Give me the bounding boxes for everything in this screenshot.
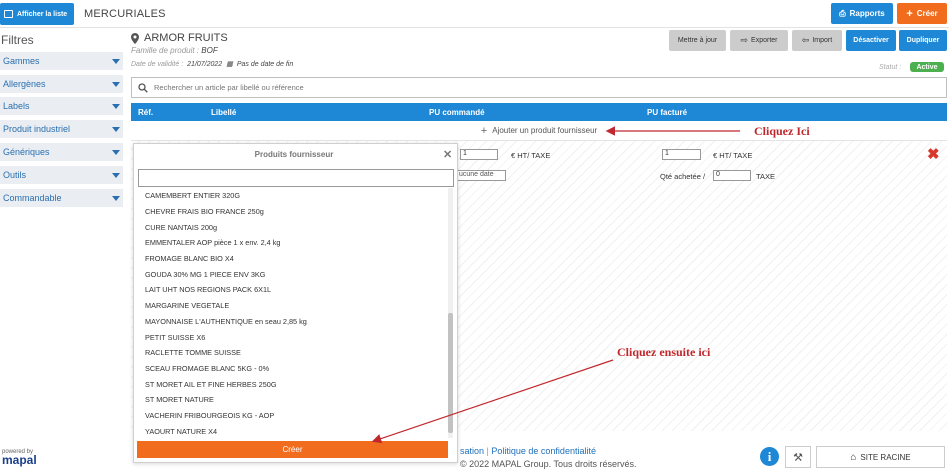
annotation-second: Cliquez ensuite ici bbox=[617, 345, 711, 359]
site-racine-button[interactable]: ⌂ SITE RACINE bbox=[816, 446, 945, 468]
footer-copyright: © 2022 MAPAL Group. Tous droits réservés… bbox=[460, 459, 637, 469]
home-icon: ⌂ bbox=[850, 451, 857, 463]
annotation-arrows bbox=[371, 126, 740, 444]
footer-link-privacy[interactable]: Politique de confidentialité bbox=[491, 446, 596, 456]
tools-button[interactable]: ⚒ bbox=[785, 446, 811, 468]
annotation-first: Cliquez Ici bbox=[754, 124, 810, 138]
mapal-logo: powered by mapal bbox=[2, 449, 37, 467]
info-icon[interactable]: i bbox=[760, 447, 779, 466]
wrench-icon: ⚒ bbox=[793, 451, 803, 464]
brand-name: mapal bbox=[2, 453, 37, 467]
footer-link-usage[interactable]: sation bbox=[460, 446, 484, 456]
footer-links: sation | Politique de confidentialité bbox=[460, 446, 596, 456]
site-racine-label: SITE RACINE bbox=[860, 452, 911, 462]
